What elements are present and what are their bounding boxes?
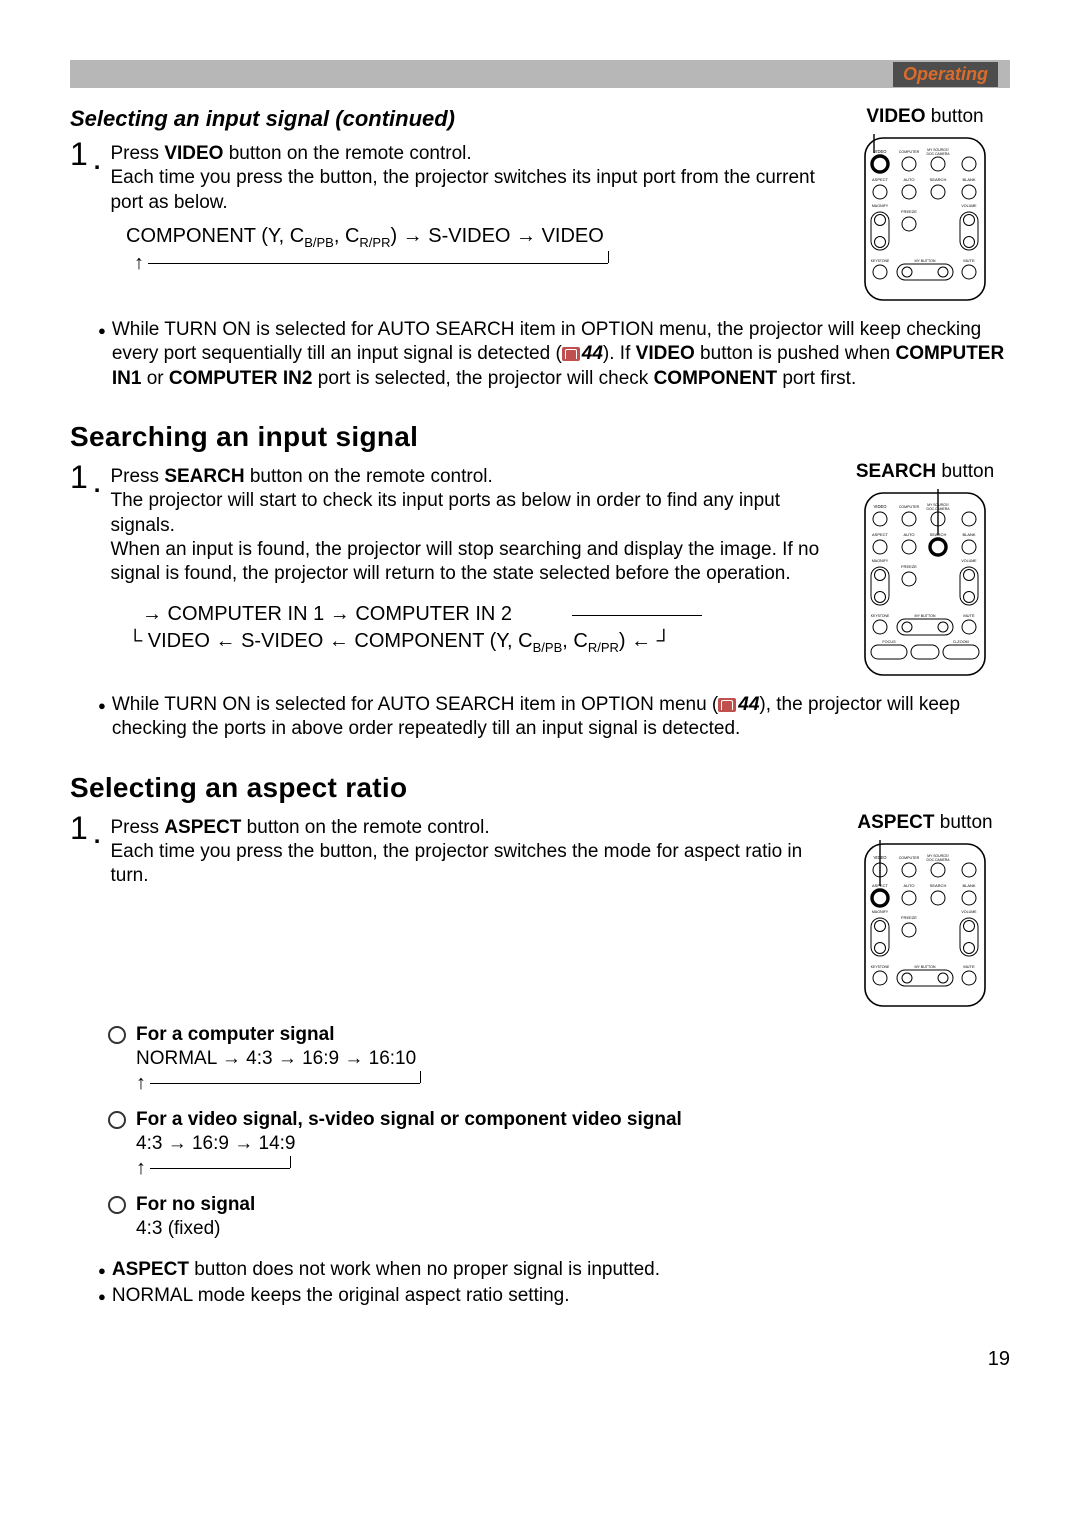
svg-text:MY BUTTON: MY BUTTON: [914, 259, 935, 263]
bullet-icon: ●: [98, 1263, 106, 1282]
s3-bullet1: ● ASPECT button does not work when no pr…: [98, 1258, 1010, 1282]
svg-text:MAGNIFY: MAGNIFY: [872, 559, 889, 563]
svg-text:MY BUTTON: MY BUTTON: [914, 965, 935, 969]
section3-title: Selecting an aspect ratio: [70, 772, 1010, 804]
s1-flow-diagram: COMPONENT (Y, CB/PB, CR/PR) → S-VIDEO → …: [126, 225, 822, 275]
s1-step: 1 . Press VIDEO button on the remote con…: [70, 142, 822, 215]
svg-text:KEYSTONE: KEYSTONE: [871, 259, 890, 263]
s3-step-line2: Each time you press the button, the proj…: [110, 841, 802, 886]
svg-text:SEARCH: SEARCH: [930, 883, 947, 888]
svg-text:FREEZE: FREEZE: [901, 209, 917, 214]
svg-text:AUTO: AUTO: [903, 177, 914, 182]
s2-step: 1 . Press SEARCH button on the remote co…: [70, 465, 822, 587]
svg-text:DOC.CAMERA: DOC.CAMERA: [927, 152, 951, 156]
svg-text:COMPUTER: COMPUTER: [899, 505, 920, 509]
aspect-case-video: For a video signal, s-video signal or co…: [108, 1109, 1010, 1180]
svg-text:KEYSTONE: KEYSTONE: [871, 965, 890, 969]
s2-step-line3: When an input is found, the projector wi…: [110, 539, 819, 584]
aspect-case-nosignal: For no signal 4:3 (fixed): [108, 1194, 1010, 1240]
aspect-case-computer: For a computer signal NORMAL → 4:3 → 16:…: [108, 1024, 1010, 1095]
svg-text:ASPECT: ASPECT: [872, 883, 889, 888]
remote-control-icon: VIDEO COMPUTER MY SOURCE/ DOC.CAMERA ASP…: [861, 840, 989, 1010]
manual-ref-icon: [562, 347, 580, 361]
svg-text:MUTE: MUTE: [963, 258, 975, 263]
section1-title: Selecting an input signal (continued): [70, 106, 822, 132]
uparrow-icon: ↑: [136, 1072, 146, 1095]
s2-step-line2: The projector will start to check its in…: [110, 490, 780, 535]
page-number: 19: [70, 1348, 1010, 1371]
ring-icon: [108, 1026, 126, 1044]
s3-step: 1 . Press ASPECT button on the remote co…: [70, 816, 822, 889]
period-icon: .: [94, 822, 101, 850]
svg-text:VIDEO: VIDEO: [873, 504, 887, 509]
ring-icon: [108, 1196, 126, 1214]
svg-text:VOLUME: VOLUME: [961, 910, 977, 914]
s1-step-line2: Each time you press the button, the proj…: [110, 167, 814, 212]
svg-text:MAGNIFY: MAGNIFY: [872, 204, 889, 208]
period-icon: .: [94, 471, 101, 499]
s2-remote-label: SEARCH button: [840, 461, 1010, 483]
bullet-icon: ●: [98, 323, 106, 391]
svg-text:MUTE: MUTE: [963, 964, 975, 969]
svg-text:FOCUS: FOCUS: [882, 640, 896, 644]
section2-title: Searching an input signal: [70, 421, 1010, 453]
step-number: 1: [70, 136, 88, 173]
s3-bullet2: ● NORMAL mode keeps the original aspect …: [98, 1284, 1010, 1308]
header-tag: Operating: [893, 62, 998, 87]
uparrow-icon: ↑: [134, 252, 144, 275]
step-number: 1: [70, 810, 88, 847]
remote-control-icon: VIDEO COMPUTER MY SOURCE/ DOC.CAMERA ASP…: [861, 489, 989, 679]
svg-text:FREEZE: FREEZE: [901, 915, 917, 920]
svg-text:COMPUTER: COMPUTER: [899, 150, 920, 154]
svg-text:D-ZOOM: D-ZOOM: [953, 640, 968, 644]
svg-text:MAGNIFY: MAGNIFY: [872, 910, 889, 914]
svg-text:BLANK: BLANK: [962, 883, 975, 888]
svg-text:AUTO: AUTO: [903, 532, 914, 537]
s3-remote-label: ASPECT button: [840, 812, 1010, 834]
s2-flow-diagram: → COMPUTER IN 1 → COMPUTER IN 2 └ VIDEO …: [142, 601, 822, 659]
svg-text:ASPECT: ASPECT: [872, 532, 889, 537]
svg-text:VOLUME: VOLUME: [961, 204, 977, 208]
s1-remote-label: VIDEO button: [840, 106, 1010, 128]
svg-text:AUTO: AUTO: [903, 883, 914, 888]
svg-text:DOC.CAMERA: DOC.CAMERA: [927, 507, 951, 511]
s1-note: ● While TURN ON is selected for AUTO SEA…: [98, 318, 1010, 391]
s2-step-text: Press SEARCH button on the remote contro…: [110, 466, 492, 487]
svg-text:ASPECT: ASPECT: [872, 177, 889, 182]
svg-text:BLANK: BLANK: [962, 532, 975, 537]
svg-text:KEYSTONE: KEYSTONE: [871, 614, 890, 618]
s2-note: ● While TURN ON is selected for AUTO SEA…: [98, 693, 1010, 742]
svg-text:BLANK: BLANK: [962, 177, 975, 182]
bullet-icon: ●: [98, 1289, 106, 1308]
period-icon: .: [94, 148, 101, 176]
remote-control-icon: VIDEO COMPUTER MY SOURCE/ DOC.CAMERA ASP…: [861, 134, 989, 304]
bullet-icon: ●: [98, 698, 106, 742]
svg-text:COMPUTER: COMPUTER: [899, 856, 920, 860]
uparrow-icon: ↑: [136, 1157, 146, 1180]
svg-text:SEARCH: SEARCH: [930, 532, 947, 537]
s1-step-text: Press VIDEO button on the remote control…: [110, 143, 471, 164]
svg-text:MUTE: MUTE: [963, 613, 975, 618]
svg-text:VOLUME: VOLUME: [961, 559, 977, 563]
svg-text:FREEZE: FREEZE: [901, 564, 917, 569]
manual-ref-icon: [718, 698, 736, 712]
svg-text:DOC.CAMERA: DOC.CAMERA: [927, 858, 951, 862]
svg-text:VIDEO: VIDEO: [873, 855, 887, 860]
ring-icon: [108, 1111, 126, 1129]
svg-text:SEARCH: SEARCH: [930, 177, 947, 182]
s3-step-text: Press ASPECT button on the remote contro…: [110, 817, 489, 838]
svg-text:VIDEO: VIDEO: [873, 149, 887, 154]
svg-text:MY BUTTON: MY BUTTON: [914, 614, 935, 618]
step-number: 1: [70, 459, 88, 496]
header-bar: Operating: [70, 60, 1010, 88]
